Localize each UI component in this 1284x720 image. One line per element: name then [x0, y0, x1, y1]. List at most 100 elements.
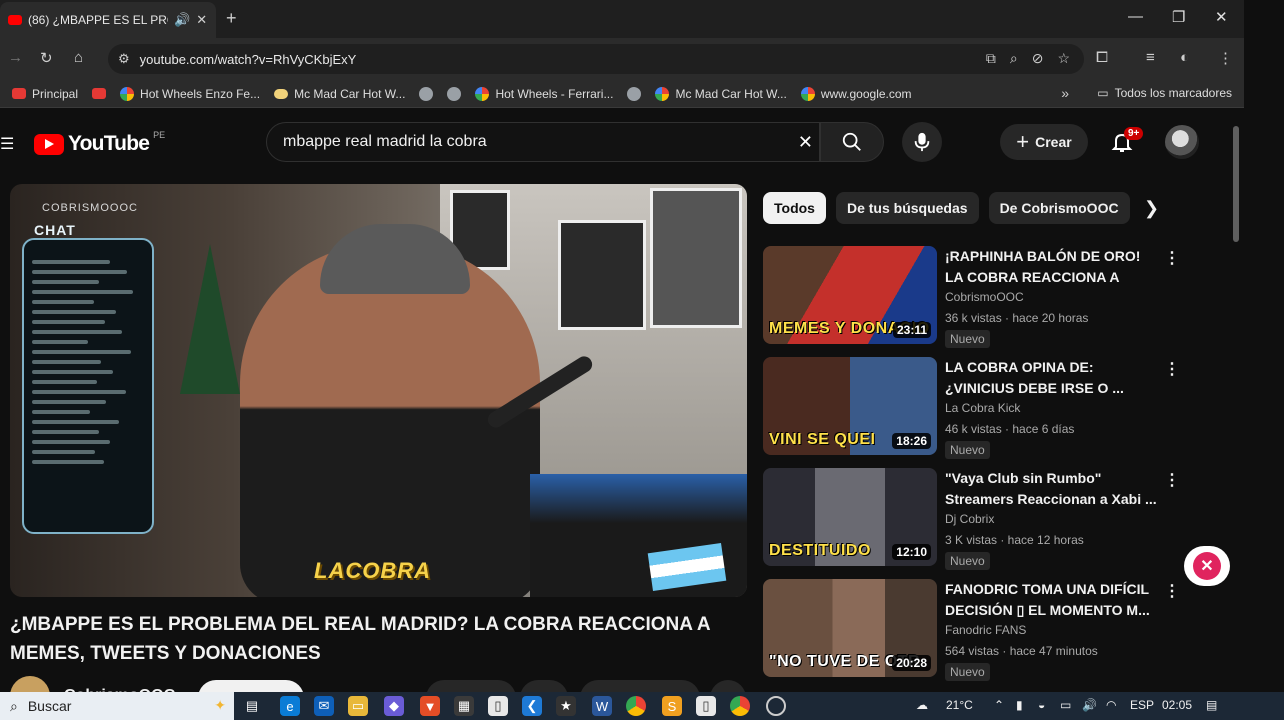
profile-icon[interactable]: ◐ [1180, 49, 1189, 66]
show-hidden-icons[interactable]: ⌃ [994, 698, 1004, 712]
new-tab-button[interactable]: + [226, 8, 237, 29]
word-icon[interactable]: W [592, 696, 612, 716]
search-button[interactable] [820, 122, 884, 162]
chip-from-channel[interactable]: De CobrismoOOC [988, 192, 1130, 224]
recommended-meta: 564 vistas · hace 47 minutos [945, 644, 1098, 658]
video-duration: 23:11 [892, 322, 931, 338]
video-thumbnail[interactable]: VINI SE QUEI 18:26 [763, 357, 937, 455]
video-player[interactable]: COBRISMOOOC CHAT LACOBRA [10, 184, 747, 597]
chevron-right-icon[interactable]: ❯ [1144, 198, 1159, 219]
recommended-channel[interactable]: La Cobra Kick [945, 401, 1020, 415]
scrollbar-thumb[interactable] [1233, 126, 1239, 242]
youtube-favicon-icon [8, 15, 22, 25]
menu-kebab-icon[interactable]: ⋮ [1218, 49, 1233, 67]
recommended-video[interactable]: DESTITUIDO 12:10 "Vaya Club sin Rumbo" S… [763, 468, 1180, 570]
video-overlay-chat-title: CHAT [34, 222, 76, 238]
video-thumbnail[interactable]: DESTITUIDO 12:10 [763, 468, 937, 566]
google-favicon-icon [120, 86, 135, 101]
close-window-icon[interactable]: ✕ [1215, 8, 1228, 26]
recommended-channel[interactable]: CobrismoOOC [945, 290, 1024, 304]
bookmark-item[interactable]: Mc Mad Car Hot W... [655, 86, 787, 101]
weather-temp[interactable]: 21°C [946, 698, 973, 712]
bookmark-item[interactable]: www.google.com [800, 86, 912, 101]
file-explorer-icon[interactable]: ▭ [348, 696, 368, 716]
recommended-title: FANODRIC TOMA UNA DIFÍCIL DECISIÓN ▯ EL … [945, 581, 1150, 618]
language-indicator[interactable]: ESP [1130, 698, 1154, 712]
bookmark-item[interactable]: Principal [12, 87, 78, 101]
task-view-icon[interactable]: ▤ [242, 696, 262, 716]
extensions-icon[interactable]: ⧠ [1096, 49, 1108, 66]
recommended-channel[interactable]: Fanodric FANS [945, 623, 1026, 637]
clear-search-icon[interactable]: ✕ [798, 132, 813, 153]
bookmark-item[interactable] [447, 86, 462, 101]
battery-icon[interactable]: ▭ [1060, 698, 1071, 712]
voice-search-button[interactable] [902, 122, 942, 162]
star-app-icon[interactable]: ★ [556, 696, 576, 716]
chrome-active-icon[interactable] [730, 696, 750, 716]
more-options-icon[interactable]: ⋮ [1164, 470, 1180, 490]
close-tab-icon[interactable]: ✕ [196, 12, 207, 28]
clock[interactable]: 02:05 [1162, 698, 1192, 712]
recommended-title: LA COBRA OPINA DE: ¿VINICIUS DEBE IRSE O… [945, 359, 1124, 396]
floating-extension-button[interactable]: ✕ [1184, 546, 1230, 586]
bookmark-item[interactable] [92, 88, 107, 99]
reload-icon[interactable]: ↻ [40, 49, 53, 67]
taskbar-search[interactable]: ⌕ Buscar ✦ [0, 692, 234, 720]
browser-tab[interactable]: (86) ¿MBAPPE ES EL PROBLE 🔊 ✕ [0, 2, 216, 38]
new-badge: Nuevo [945, 552, 990, 570]
speaker-icon[interactable]: 🔊 [174, 12, 190, 28]
chip-all[interactable]: Todos [763, 192, 826, 224]
vscode-icon[interactable]: ❮ [522, 696, 542, 716]
tracking-protection-icon[interactable]: ⊘ [1032, 50, 1044, 67]
forward-icon[interactable]: → [8, 49, 23, 66]
all-bookmarks[interactable]: ▭ Todos los marcadores [1097, 86, 1232, 100]
sublime-icon[interactable]: S [662, 696, 682, 716]
minimize-icon[interactable]: — [1128, 8, 1143, 25]
notifications-center-icon[interactable]: ▤ [1206, 698, 1217, 712]
home-icon[interactable]: ⌂ [74, 49, 83, 66]
notepad-icon[interactable]: ▯ [488, 696, 508, 716]
more-options-icon[interactable]: ⋮ [1164, 359, 1180, 379]
more-bookmarks-icon[interactable]: » [1061, 85, 1069, 101]
account-avatar[interactable] [1165, 125, 1199, 159]
create-button[interactable]: + Crear [1000, 124, 1088, 160]
bookmark-item[interactable] [419, 86, 434, 101]
recommended-video[interactable]: MEMES Y DONACIO 23:11 ¡RAPHINHA BALÓN DE… [763, 246, 1180, 348]
bookmark-item[interactable]: Hot Wheels - Ferrari... [475, 86, 613, 101]
store-icon[interactable]: ▦ [454, 696, 474, 716]
address-bar[interactable]: ⚙ youtube.com/watch?v=RhVyCKbjExY ⧉ ⌕ ⊘ … [108, 44, 1084, 74]
video-thumbnail[interactable]: MEMES Y DONACIO 23:11 [763, 246, 937, 344]
restore-icon[interactable]: ❐ [1172, 8, 1185, 26]
copilot-app-icon[interactable]: ◆ [384, 696, 404, 716]
openai-icon[interactable] [766, 696, 786, 716]
install-app-icon[interactable]: ⧉ [986, 50, 996, 67]
mail-icon[interactable]: ✉ [314, 696, 334, 716]
recommended-video[interactable]: VINI SE QUEI 18:26 LA COBRA OPINA DE: ¿V… [763, 357, 1180, 459]
bookmark-star-icon[interactable]: ☆ [1057, 50, 1070, 67]
volume-icon[interactable]: 🔊 [1082, 698, 1097, 712]
recommended-meta: 46 k vistas · hace 6 días [945, 422, 1075, 436]
wifi-icon[interactable]: ◠ [1106, 698, 1116, 712]
bookmark-item[interactable]: Hot Wheels Enzo Fe... [120, 86, 260, 101]
bookmark-item[interactable]: Mc Mad Car Hot W... [274, 87, 405, 101]
video-thumbnail[interactable]: "NO TUVE DE OTR 20:28 [763, 579, 937, 677]
document-icon[interactable]: ▯ [696, 696, 716, 716]
chip-from-searches[interactable]: De tus búsquedas [835, 192, 979, 224]
media-control-icon[interactable]: ≡ [1146, 49, 1155, 66]
edge-icon[interactable]: e [280, 696, 300, 716]
bookmark-item[interactable] [627, 86, 642, 101]
more-options-icon[interactable]: ⋮ [1164, 248, 1180, 268]
chrome-icon[interactable] [626, 696, 646, 716]
network-tray-icon[interactable]: ◒ [1038, 698, 1045, 712]
guide-menu-icon[interactable]: ☰ [0, 134, 14, 154]
more-options-icon[interactable]: ⋮ [1164, 581, 1180, 601]
recommended-channel[interactable]: Dj Cobrix [945, 512, 994, 526]
video-frame-poster [650, 188, 742, 328]
recommended-video[interactable]: "NO TUVE DE OTR 20:28 FANODRIC TOMA UNA … [763, 579, 1180, 681]
search-input[interactable]: mbappe real madrid la cobra ✕ [266, 122, 820, 162]
brave-icon[interactable]: ▼ [420, 696, 440, 716]
mic-tray-icon[interactable]: ▮ [1016, 698, 1023, 712]
youtube-logo[interactable]: YouTube PE [34, 130, 165, 156]
zoom-icon[interactable]: ⌕ [1010, 50, 1018, 67]
site-info-icon[interactable]: ⚙ [118, 51, 130, 67]
